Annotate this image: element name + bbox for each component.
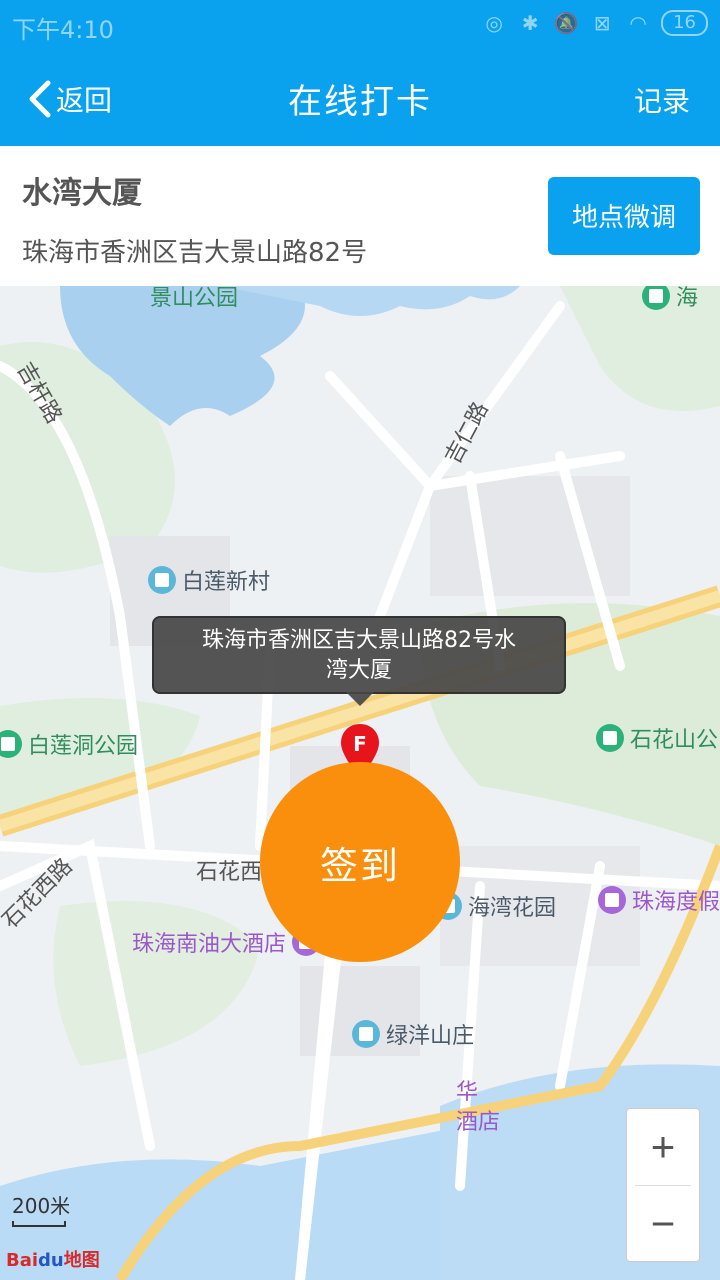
park-icon bbox=[642, 286, 670, 310]
hotspot-icon: ◎ bbox=[485, 11, 503, 35]
hotel-icon bbox=[598, 886, 626, 914]
location-callout[interactable]: 珠海市香洲区吉大景山路82号水 湾大厦 bbox=[152, 616, 566, 706]
poi-hotel[interactable]: 珠海度假 bbox=[598, 884, 720, 916]
poi-label: 珠海南油大酒店 bbox=[132, 932, 287, 957]
poi-label: 酒店 bbox=[456, 1110, 501, 1135]
building-icon bbox=[148, 566, 176, 594]
baidu-map-logo: Baidu地图 bbox=[6, 1246, 100, 1272]
poi-label: 石花山公 bbox=[630, 728, 719, 753]
poi-label: 白莲洞公园 bbox=[28, 734, 139, 759]
wifi-icon: ◠ bbox=[629, 11, 647, 35]
poi-park[interactable]: 石花山公 bbox=[596, 722, 718, 754]
records-button[interactable]: 记录 bbox=[634, 80, 690, 120]
poi-label: 华 bbox=[456, 1080, 479, 1105]
poi-label: 白莲新村 bbox=[182, 570, 271, 595]
callout-line: 珠海市香洲区吉大景山路82号水 bbox=[202, 628, 516, 653]
poi-label: 景山公园 bbox=[150, 286, 239, 311]
scale-label: 200米 bbox=[12, 1194, 71, 1218]
poi-residential[interactable]: 白莲新村 bbox=[148, 564, 270, 596]
poi-label: 珠海度假 bbox=[632, 890, 720, 915]
status-bar: 下午4:10 ◎ ✱ 🔕 ⊠ ◠ 16 bbox=[0, 0, 720, 52]
mute-icon: 🔕 bbox=[553, 11, 579, 35]
logo-text: Bai bbox=[6, 1250, 39, 1271]
park-icon bbox=[0, 730, 22, 758]
poi-hotel[interactable]: 华 bbox=[456, 1074, 478, 1106]
map-scale: 200米 bbox=[12, 1190, 70, 1227]
callout-line: 湾大厦 bbox=[325, 658, 392, 683]
page-title: 在线打卡 bbox=[288, 82, 432, 122]
status-icons: ◎ ✱ 🔕 ⊠ ◠ 16 bbox=[481, 10, 708, 36]
bluetooth-icon: ✱ bbox=[521, 11, 539, 35]
battery-icon: 16 bbox=[661, 10, 708, 36]
poi-label: 绿洋山庄 bbox=[386, 1024, 475, 1049]
map-road bbox=[375, 481, 435, 621]
marker-letter: F bbox=[353, 732, 367, 756]
logo-text: du bbox=[38, 1250, 64, 1271]
location-address: 珠海市香洲区吉大景山路82号 bbox=[22, 238, 368, 268]
poi-residential[interactable]: 绿洋山庄 bbox=[352, 1018, 474, 1050]
poi-label: 海 bbox=[676, 286, 699, 311]
building-icon bbox=[352, 1020, 380, 1048]
location-name: 水湾大厦 bbox=[22, 176, 142, 211]
zoom-in-button[interactable]: + bbox=[627, 1109, 699, 1185]
poi-hotel[interactable]: 酒店 bbox=[456, 1104, 500, 1136]
poi-park[interactable]: 海 bbox=[642, 286, 698, 312]
sim-icon: ⊠ bbox=[593, 11, 611, 35]
app-bar: 返回 在线打卡 记录 bbox=[0, 52, 720, 146]
zoom-controls: + − bbox=[626, 1108, 700, 1262]
adjust-location-button[interactable]: 地点微调 bbox=[548, 177, 700, 255]
park-icon bbox=[596, 724, 624, 752]
poi-park[interactable]: 景山公园 bbox=[150, 286, 238, 312]
poi-park[interactable]: 白莲洞公园 bbox=[0, 728, 138, 760]
zoom-out-button[interactable]: − bbox=[627, 1186, 699, 1262]
check-in-button[interactable]: 签到 bbox=[260, 762, 460, 962]
logo-text: 地图 bbox=[63, 1250, 100, 1271]
poi-label: 海湾花园 bbox=[468, 896, 557, 921]
status-time: 下午4:10 bbox=[12, 16, 114, 44]
scale-bar bbox=[12, 1221, 66, 1227]
address-panel: 水湾大厦 珠海市香洲区吉大景山路82号 地点微调 bbox=[0, 146, 720, 286]
